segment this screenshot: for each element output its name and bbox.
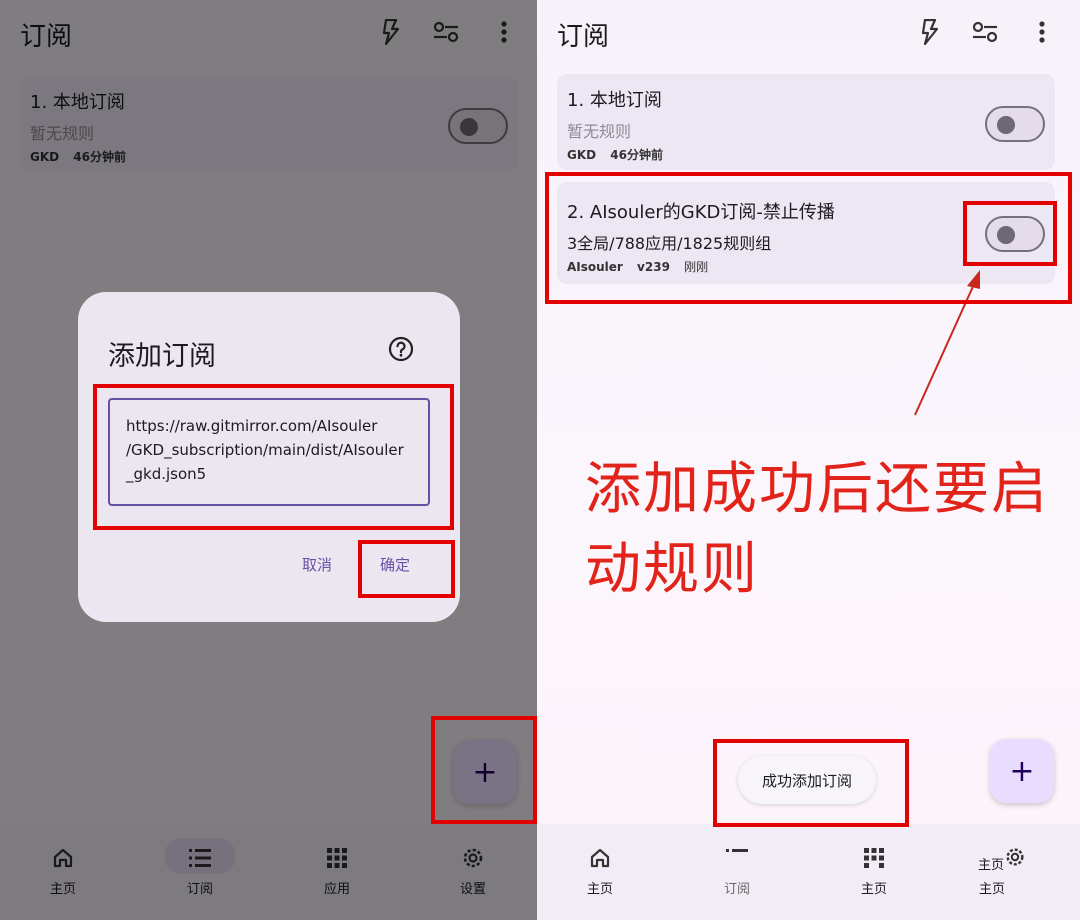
highlight-toast bbox=[713, 739, 909, 827]
highlight-toggle bbox=[963, 201, 1057, 266]
annotation-line: 添加成功后还要启 bbox=[585, 457, 1049, 522]
highlight-fab bbox=[431, 716, 537, 824]
highlight-url-input bbox=[93, 384, 454, 530]
annotation-text: 添加成功后还要启 动规则 bbox=[585, 450, 1055, 610]
highlight-confirm-button bbox=[358, 540, 455, 598]
annotation-line: 动规则 bbox=[585, 537, 759, 602]
